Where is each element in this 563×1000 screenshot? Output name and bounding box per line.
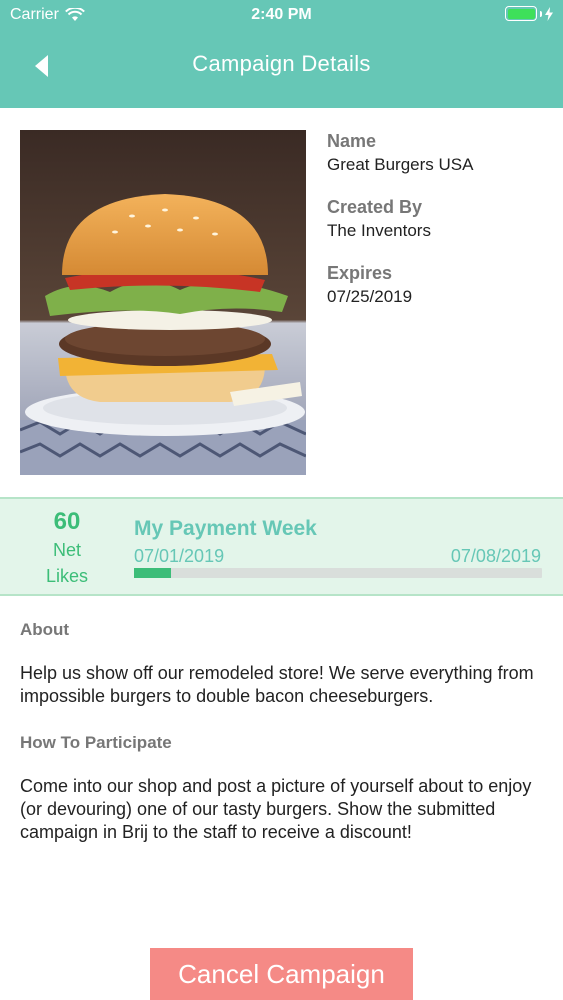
about-body: Help us show off our remodeled store! We… [20, 663, 534, 706]
week-end-date: 07/08/2019 [450, 546, 541, 566]
campaign-info: Name Great Burgers USA Created By The In… [327, 131, 473, 329]
battery-indicator [505, 6, 553, 21]
payment-week-panel: 60 Net Likes My Payment Week 07/01/2019 … [0, 497, 563, 596]
nav-header: Carrier 2:40 PM Campaign Details [0, 0, 563, 108]
week-start-date: 07/01/2019 [134, 546, 225, 566]
progress-fill [134, 568, 171, 578]
expires-label: Expires [327, 263, 393, 283]
likes-label-likes: Likes [45, 566, 89, 586]
campaign-name: Great Burgers USA [327, 155, 474, 174]
created-by-label: Created By [327, 197, 423, 217]
how-to-body: Come into our shop and post a picture of… [20, 776, 532, 842]
likes-label-net: Net [52, 540, 81, 560]
about-title: About [20, 620, 70, 639]
net-likes: 60 Net Likes [20, 507, 114, 589]
status-time: 2:40 PM [251, 6, 312, 23]
cancel-campaign-button[interactable]: Cancel Campaign [150, 948, 413, 1000]
name-label: Name [327, 131, 377, 151]
page-title: Campaign Details [192, 51, 371, 76]
created-by-value: The Inventors [327, 221, 431, 240]
expires-value: 07/25/2019 [327, 287, 413, 306]
battery-icon [505, 6, 537, 21]
likes-count: 60 [53, 508, 81, 535]
payment-week-title: My Payment Week [134, 517, 317, 540]
status-bar: Carrier 2:40 PM [0, 0, 563, 30]
charging-bolt-icon [545, 6, 553, 21]
campaign-image [20, 130, 306, 475]
payment-week-progress [134, 568, 542, 578]
how-to-title: How To Participate [20, 733, 172, 752]
